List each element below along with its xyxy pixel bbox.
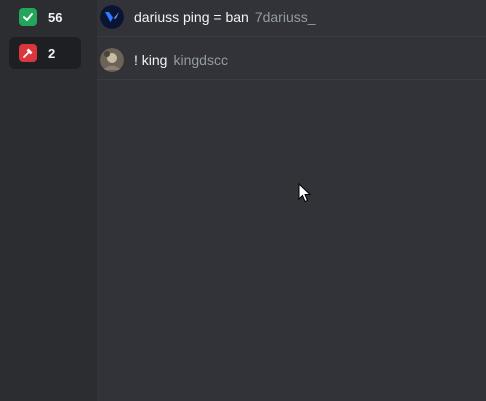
avatar[interactable] bbox=[100, 47, 124, 72]
member-display-name: dariuss ping = ban bbox=[134, 8, 249, 25]
avatar[interactable] bbox=[100, 4, 124, 29]
stat-count-approved: 56 bbox=[48, 9, 63, 25]
panel-divider bbox=[90, 0, 97, 401]
member-row[interactable]: ! king kingdscc bbox=[97, 40, 486, 80]
stat-approved[interactable]: 56 bbox=[9, 1, 81, 33]
ban-hammer-icon bbox=[19, 44, 37, 62]
stat-banned[interactable]: 2 bbox=[9, 37, 81, 69]
member-display-name: ! king bbox=[134, 51, 168, 68]
member-row[interactable]: dariuss ping = ban 7dariuss_ bbox=[97, 0, 486, 37]
member-list: dariuss ping = ban 7dariuss_ ! king king… bbox=[97, 0, 486, 401]
member-username: kingdscc bbox=[173, 51, 228, 68]
stats-panel: 56 2 bbox=[0, 0, 90, 401]
valorant-logo-icon bbox=[100, 4, 124, 29]
check-icon bbox=[19, 8, 37, 26]
photo-avatar-icon bbox=[100, 47, 124, 72]
app-window: 56 2 dariuss ping = ban 7dariuss_ ! king… bbox=[0, 0, 486, 401]
member-username: 7dariuss_ bbox=[254, 8, 316, 25]
stat-count-banned: 2 bbox=[48, 45, 56, 61]
mouse-cursor-icon bbox=[298, 183, 312, 203]
